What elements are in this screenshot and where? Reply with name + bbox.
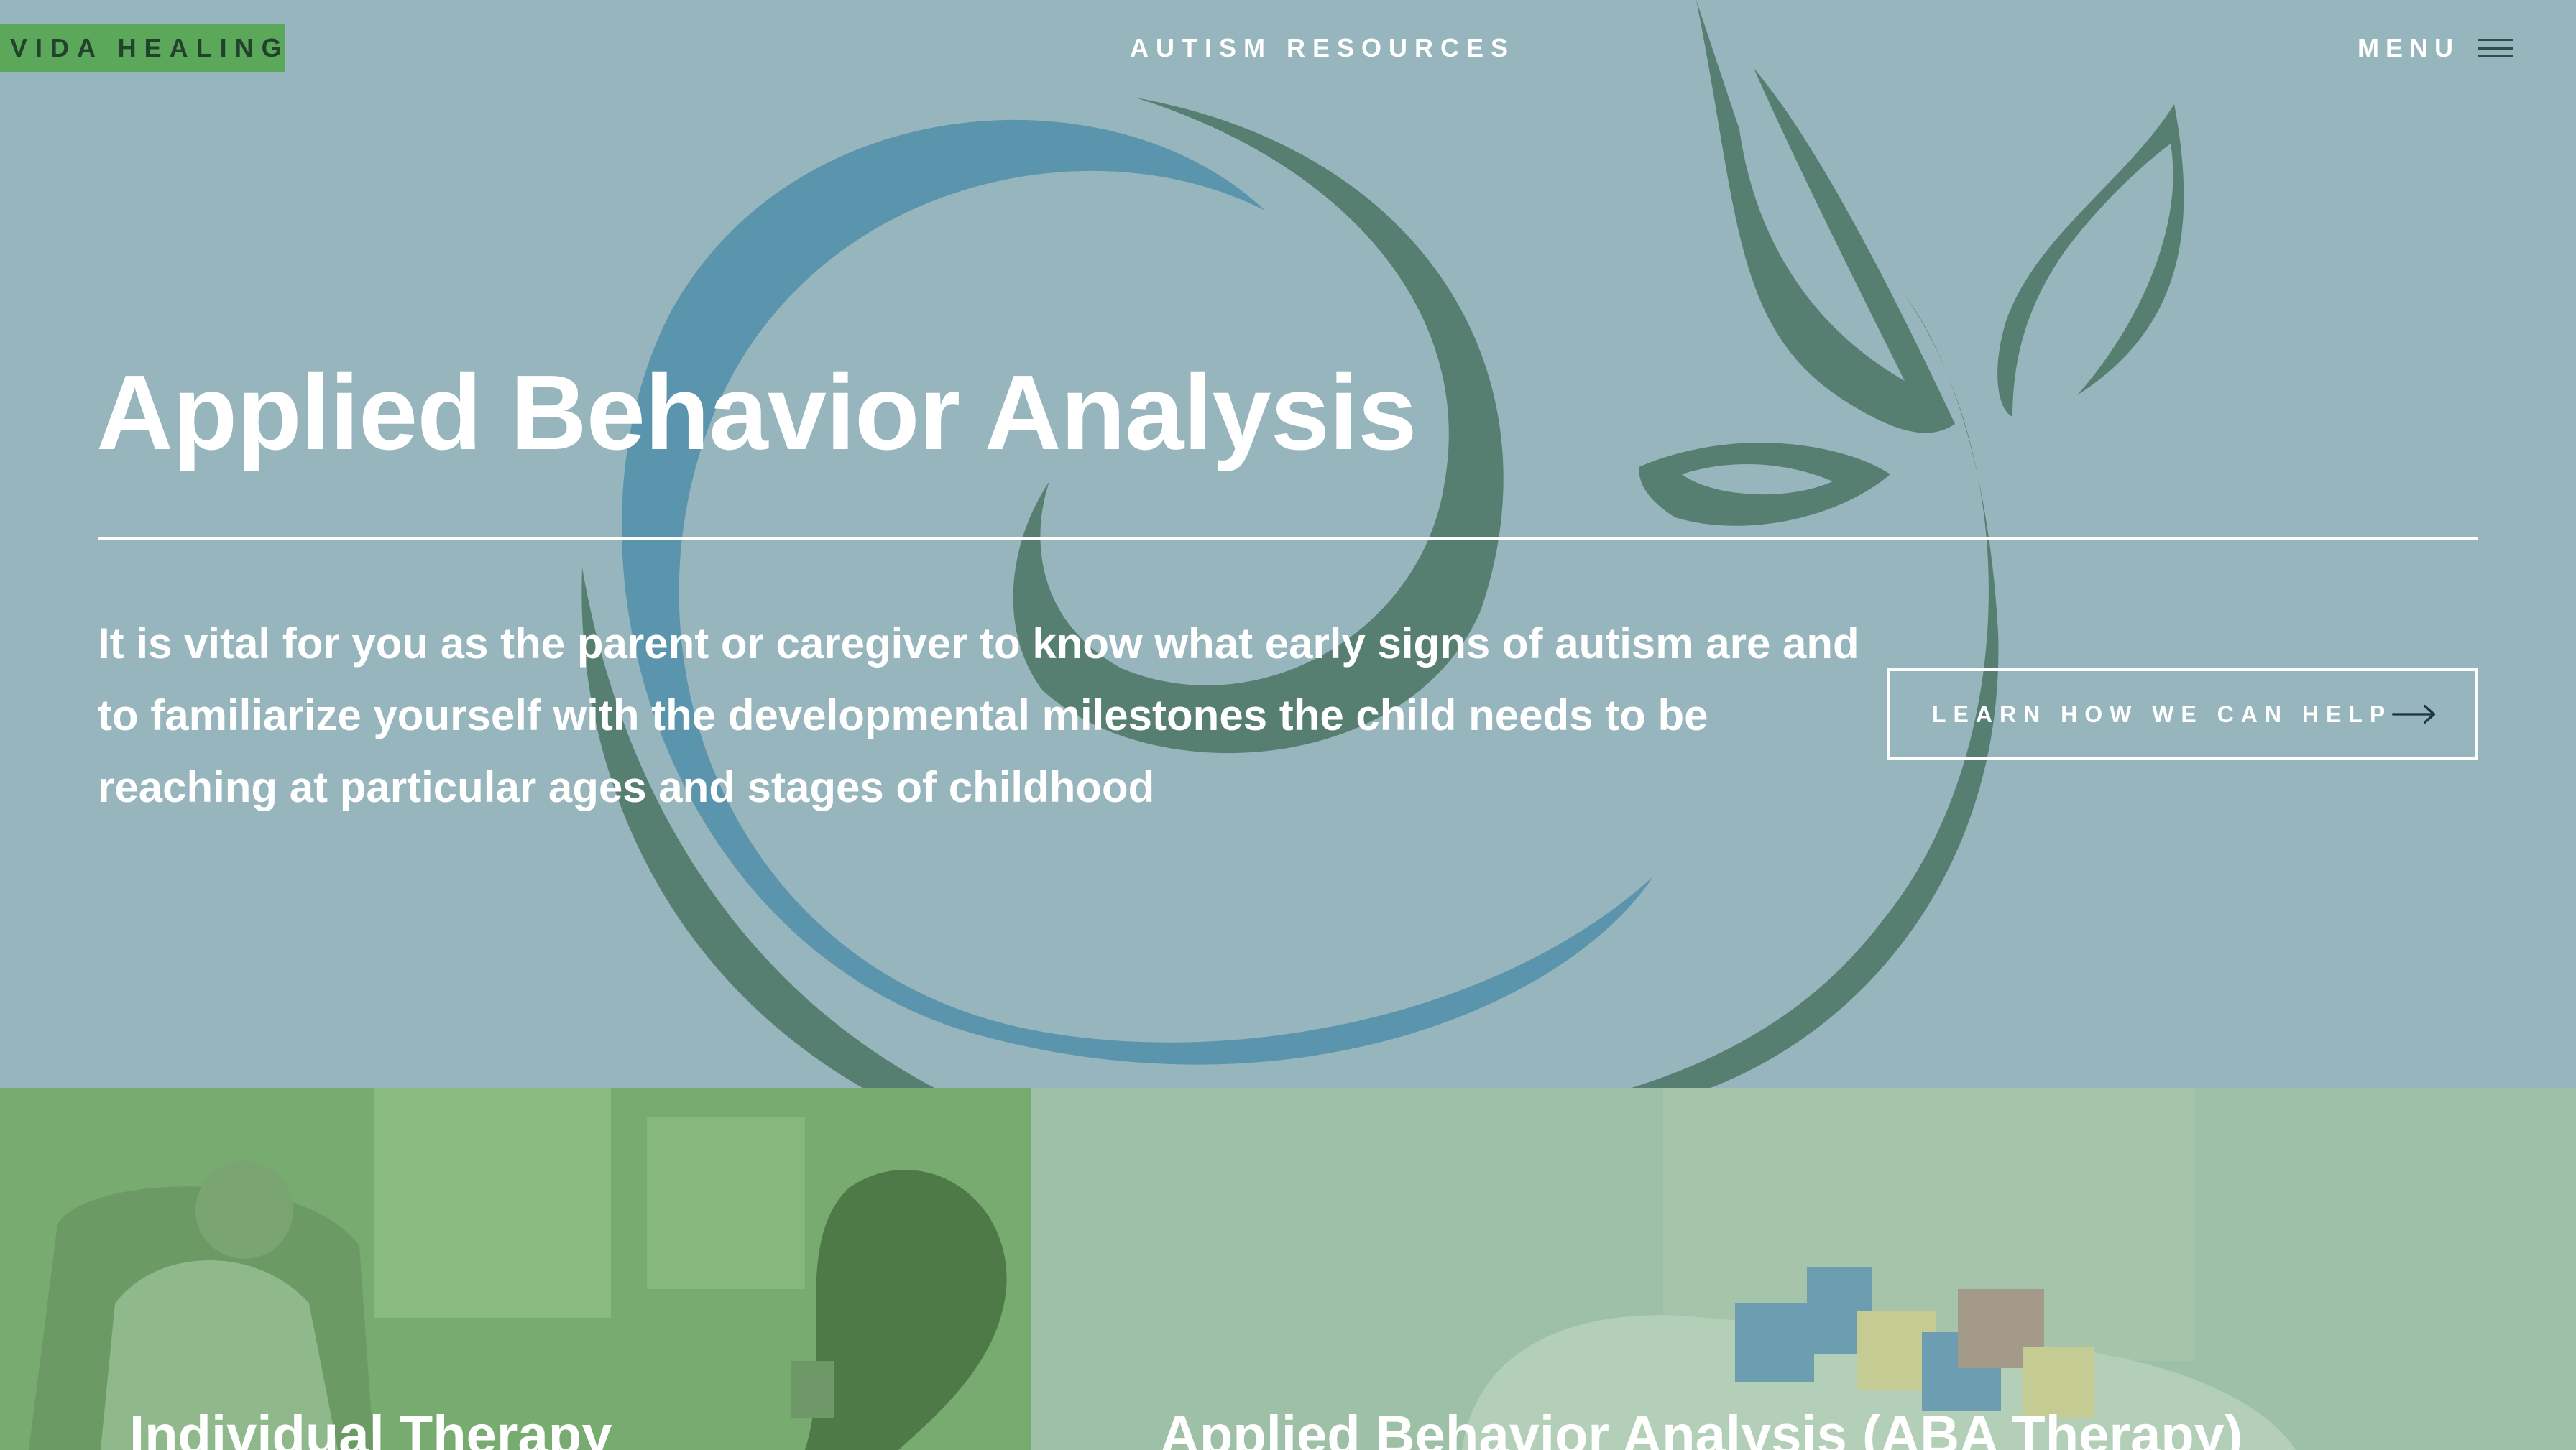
aba-therapy-title[interactable]: Applied Behavior Analysis (ABA Therapy) bbox=[1160, 1404, 2242, 1450]
brand-logo[interactable]: VIDA HEALING bbox=[0, 24, 285, 72]
site-title[interactable]: AUTISM RESOURCES bbox=[1107, 33, 1538, 63]
aba-therapy-card[interactable] bbox=[1031, 1088, 2576, 1450]
learn-more-button[interactable]: LEARN HOW WE CAN HELP bbox=[1887, 668, 2478, 760]
individual-therapy-card[interactable] bbox=[0, 1088, 1031, 1450]
therapy-session-photo bbox=[0, 1088, 1031, 1450]
title-divider bbox=[98, 537, 2478, 540]
page-title: Applied Behavior Analysis bbox=[96, 354, 1417, 472]
puzzle-pieces-photo bbox=[1031, 1088, 2576, 1450]
learn-more-label: LEARN HOW WE CAN HELP bbox=[1932, 701, 2393, 727]
individual-therapy-title[interactable]: Individual Therapy bbox=[129, 1404, 612, 1450]
menu-label: MENU bbox=[2358, 33, 2460, 63]
hamburger-icon bbox=[2478, 39, 2513, 57]
hero-section: VIDA HEALING AUTISM RESOURCES MENU Appli… bbox=[0, 0, 2576, 1088]
intro-text: It is vital for you as the parent or car… bbox=[98, 619, 1859, 811]
spiral-leaf-logo-icon bbox=[581, 0, 2184, 1088]
menu-button[interactable]: MENU bbox=[2358, 33, 2513, 63]
arrow-right-icon bbox=[2392, 704, 2436, 724]
